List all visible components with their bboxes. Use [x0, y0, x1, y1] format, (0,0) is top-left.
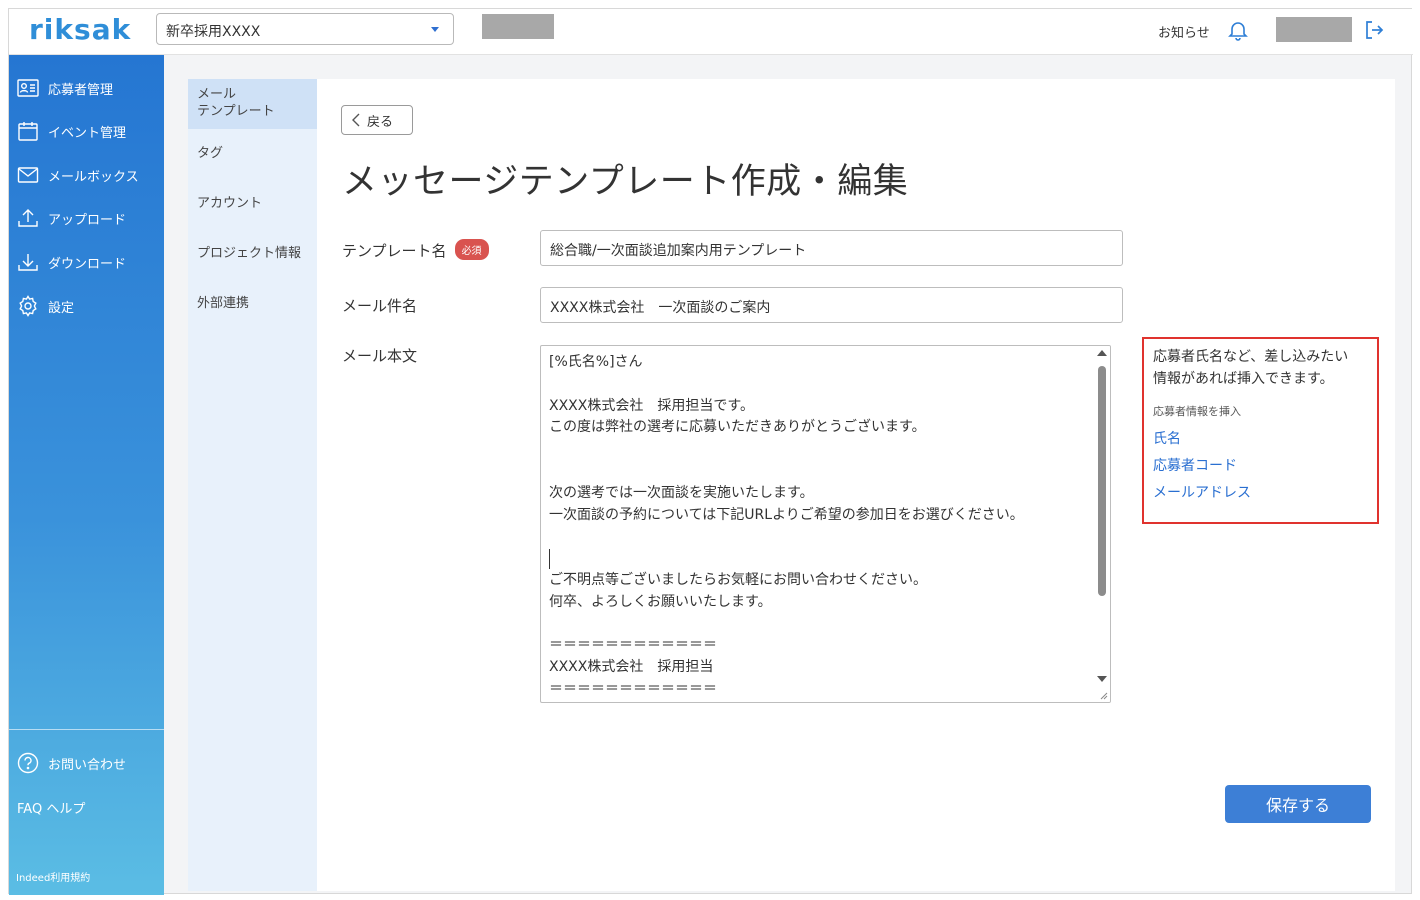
- body-line: [%氏名%]さん: [549, 354, 643, 370]
- upload-icon: [18, 209, 38, 227]
- download-icon: [18, 254, 38, 271]
- body-line: ＝＝＝＝＝＝＝＝＝＝＝＝: [549, 680, 717, 697]
- back-button[interactable]: 戻る: [341, 105, 413, 135]
- scroll-thumb[interactable]: [1098, 366, 1106, 596]
- body-line: [549, 461, 1024, 483]
- body-textarea[interactable]: [%氏名%]さん XXXX株式会社 採用担当です。 この度は弊社の選考に応募いた…: [540, 345, 1111, 703]
- sidebar-item-label: 設定: [48, 300, 75, 316]
- bell-icon[interactable]: [1226, 18, 1250, 46]
- app-logo[interactable]: riksak: [29, 13, 131, 46]
- body-line: [549, 614, 1024, 636]
- settings-panel: メール テンプレート タグ アカウント プロジェクト情報 外部連携 戻る メッセ…: [188, 79, 1395, 891]
- page-title: メッセージテンプレート作成・編集: [342, 162, 909, 202]
- notice-label[interactable]: お知らせ: [1158, 22, 1210, 41]
- required-badge: 必須: [454, 239, 489, 260]
- sidebar: 応募者管理 イベント管理 メールボックス アップロード ダウンロード 設定 お問…: [9, 55, 164, 895]
- resize-grip-icon[interactable]: [1098, 690, 1108, 700]
- sidebar-item-upload[interactable]: アップロード: [17, 205, 126, 231]
- chevron-down-icon: [431, 27, 439, 32]
- sidebar-item-contact[interactable]: お問い合わせ: [17, 750, 126, 776]
- help-text-line: 応募者氏名など、差し込みたい: [1153, 349, 1349, 365]
- project-select[interactable]: 新卒採用XXXX: [156, 13, 454, 45]
- text-cursor: [549, 549, 550, 569]
- subnav-item-account[interactable]: アカウント: [188, 195, 317, 212]
- help-text-line: 情報があれば挿入できます。: [1153, 371, 1334, 387]
- template-name-label-text: テンプレート名: [342, 242, 447, 260]
- scroll-up-arrow-icon[interactable]: [1097, 350, 1107, 356]
- body-line: ＝＝＝＝＝＝＝＝＝＝＝＝: [549, 637, 717, 654]
- body-line: この度は弊社の選考に応募いただきありがとうございます。: [549, 419, 926, 436]
- applicant-card-icon: [17, 79, 39, 97]
- logout-icon[interactable]: [1362, 18, 1386, 46]
- subnav-item-project-info[interactable]: プロジェクト情報: [188, 245, 317, 262]
- sidebar-item-label: アップロード: [48, 212, 127, 228]
- insert-name-link[interactable]: 氏名: [1153, 428, 1368, 448]
- subnav-item-integrations[interactable]: 外部連携: [188, 295, 317, 312]
- sidebar-item-label: メールボックス: [48, 169, 139, 185]
- insert-section-title: 応募者情報を挿入: [1153, 405, 1241, 418]
- gear-icon: [19, 295, 37, 317]
- body-line: 次の選考では一次面談を実施いたします。: [549, 484, 814, 501]
- body-line: [549, 548, 1024, 570]
- body-line: [549, 374, 1024, 396]
- back-button-label: 戻る: [367, 114, 394, 130]
- body-line: ご不明点等ございましたらお気軽にお問い合わせください。: [549, 571, 927, 588]
- body-line: XXXX株式会社 採用担当です。: [549, 397, 754, 414]
- body-label: メール本文: [342, 347, 418, 365]
- body-line: [549, 526, 1024, 548]
- sidebar-item-settings[interactable]: 設定: [17, 293, 74, 319]
- question-circle-icon: [17, 752, 39, 774]
- sidebar-item-events[interactable]: イベント管理: [17, 118, 126, 144]
- help-text: 応募者氏名など、差し込みたい 情報があれば挿入できます。: [1153, 346, 1368, 390]
- sidebar-item-label: FAQ ヘルプ: [17, 801, 86, 817]
- sidebar-divider: [9, 729, 164, 730]
- body-line: [549, 439, 1024, 461]
- project-select-value: 新卒採用XXXX: [166, 24, 261, 40]
- body-line: 何卒、よろしくお願いいたします。: [549, 593, 772, 610]
- sidebar-item-label: 応募者管理: [48, 82, 114, 98]
- subnav-item-tags[interactable]: タグ: [188, 145, 317, 162]
- template-name-label: テンプレート名 必須: [342, 239, 489, 261]
- subject-label: メール件名: [342, 297, 418, 315]
- sidebar-item-label: お問い合わせ: [48, 757, 127, 773]
- body-text: [%氏名%]さん XXXX株式会社 採用担当です。 この度は弊社の選考に応募いた…: [549, 352, 1024, 701]
- sidebar-item-applicants[interactable]: 応募者管理: [17, 75, 113, 101]
- chevron-left-icon: [352, 113, 360, 127]
- settings-subnav: メール テンプレート タグ アカウント プロジェクト情報 外部連携: [188, 79, 317, 891]
- top-header: riksak 新卒採用XXXX お知らせ: [9, 9, 1413, 55]
- insert-email-link[interactable]: メールアドレス: [1153, 482, 1368, 502]
- textarea-scrollbar[interactable]: [1093, 346, 1110, 702]
- calendar-icon: [18, 122, 38, 141]
- body-line: XXXX株式会社 採用担当: [549, 659, 714, 676]
- redacted-block: [482, 14, 554, 39]
- subnav-item-mail-template[interactable]: メール テンプレート: [188, 79, 317, 129]
- sidebar-item-download[interactable]: ダウンロード: [17, 249, 126, 275]
- user-name-redacted: [1276, 17, 1352, 42]
- terms-link[interactable]: Indeed利用規約: [16, 869, 90, 884]
- sidebar-item-mailbox[interactable]: メールボックス: [17, 162, 139, 188]
- insert-applicant-code-link[interactable]: 応募者コード: [1153, 455, 1368, 475]
- subject-input[interactable]: XXXX株式会社 一次面談のご案内: [540, 287, 1123, 323]
- body-line: 一次面談の予約については下記URLよりご希望の参加日をお選びください。: [549, 506, 1024, 523]
- sidebar-item-label: イベント管理: [48, 125, 127, 141]
- scroll-down-arrow-icon[interactable]: [1097, 676, 1107, 682]
- template-name-input[interactable]: 総合職/一次面談追加案内用テンプレート: [540, 230, 1123, 266]
- mail-icon: [17, 167, 39, 183]
- sidebar-item-label: ダウンロード: [48, 256, 127, 272]
- sidebar-item-faq[interactable]: FAQ ヘルプ: [17, 794, 85, 820]
- insert-fields-box: 応募者氏名など、差し込みたい 情報があれば挿入できます。 応募者情報を挿入 氏名…: [1142, 337, 1379, 524]
- app-window: riksak 新卒採用XXXX お知らせ 応募者管理 イベント管理 メールボック…: [8, 8, 1413, 895]
- save-button[interactable]: 保存する: [1225, 785, 1371, 823]
